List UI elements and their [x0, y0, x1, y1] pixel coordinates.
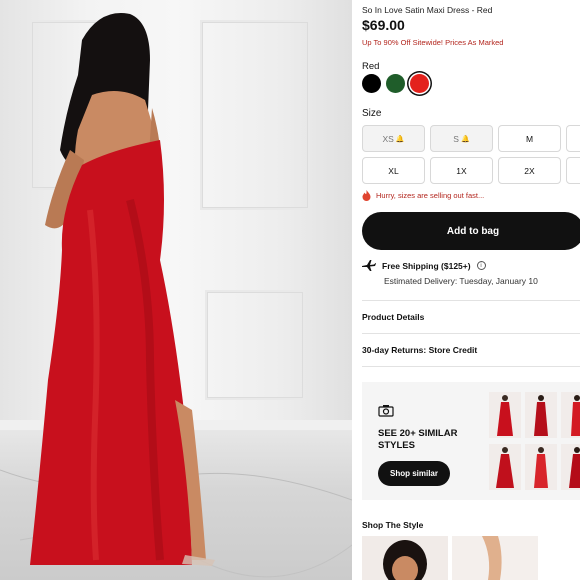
similar-thumbnail[interactable]: [561, 392, 580, 438]
color-swatch-red[interactable]: [410, 74, 429, 93]
color-swatch-black[interactable]: [362, 74, 381, 93]
size-button-partial[interactable]: [566, 125, 580, 152]
similar-styles-title: SEE 20+ SIMILAR STYLES: [378, 428, 458, 451]
shipping-info: Free Shipping ($125+) i Estimated Delive…: [362, 260, 538, 286]
add-to-bag-button[interactable]: Add to bag: [362, 212, 580, 250]
similar-thumbnail[interactable]: [525, 392, 557, 438]
product-title: So In Love Satin Maxi Dress - Red: [362, 5, 493, 15]
style-image[interactable]: [452, 536, 538, 580]
divider: [362, 366, 580, 367]
size-button-xs[interactable]: XS 🔔: [362, 125, 425, 152]
low-stock-alert: Hurry, sizes are selling out fast...: [362, 190, 484, 201]
similar-thumbnail[interactable]: [525, 444, 557, 490]
size-button-m[interactable]: M: [498, 125, 561, 152]
product-details-link[interactable]: Product Details: [362, 312, 424, 322]
product-info-panel: So In Love Satin Maxi Dress - Red $69.00…: [352, 0, 580, 580]
free-shipping-label: Free Shipping ($125+): [382, 260, 471, 271]
divider: [362, 300, 580, 301]
bell-icon: 🔔: [460, 135, 470, 143]
info-icon[interactable]: i: [476, 261, 486, 270]
divider: [362, 333, 580, 334]
low-stock-text: Hurry, sizes are selling out fast...: [376, 191, 485, 200]
model-figure: [0, 13, 352, 578]
size-label-1x: 1X: [456, 165, 467, 176]
similar-thumbnail[interactable]: [489, 444, 521, 490]
size-button-xl[interactable]: XL: [362, 157, 425, 184]
plane-icon: [362, 260, 376, 271]
size-label: Size: [362, 108, 382, 119]
returns-policy-link[interactable]: 30-day Returns: Store Credit: [362, 345, 477, 355]
size-label-2x: 2X: [524, 165, 535, 176]
flame-icon: [362, 190, 371, 201]
size-button-2x[interactable]: 2X: [498, 157, 561, 184]
size-label-xl: XL: [388, 165, 399, 176]
shop-similar-button[interactable]: Shop similar: [378, 461, 450, 486]
shop-the-style-heading: Shop The Style: [362, 520, 424, 530]
size-label-m: M: [525, 133, 534, 144]
size-label-xs: XS: [382, 133, 394, 144]
similar-styles-card: SEE 20+ SIMILAR STYLES Shop similar: [362, 382, 580, 500]
similar-thumbnail[interactable]: [489, 392, 521, 438]
size-button-s[interactable]: S 🔔: [430, 125, 493, 152]
product-image[interactable]: [0, 0, 352, 580]
bell-icon: 🔔: [395, 135, 405, 143]
product-price: $69.00: [362, 17, 405, 33]
promo-banner: Up To 90% Off Sitewide! Prices As Marked: [362, 38, 504, 47]
color-swatch-green[interactable]: [386, 74, 405, 93]
camera-icon: [378, 405, 394, 417]
size-button-partial-2[interactable]: [566, 157, 580, 184]
similar-thumbnail[interactable]: [561, 444, 580, 490]
size-label-s: S: [453, 133, 459, 144]
selected-color-label: Red: [362, 61, 380, 72]
estimated-delivery: Estimated Delivery: Tuesday, January 10: [384, 276, 538, 286]
size-button-1x[interactable]: 1X: [430, 157, 493, 184]
style-image[interactable]: [362, 536, 448, 580]
